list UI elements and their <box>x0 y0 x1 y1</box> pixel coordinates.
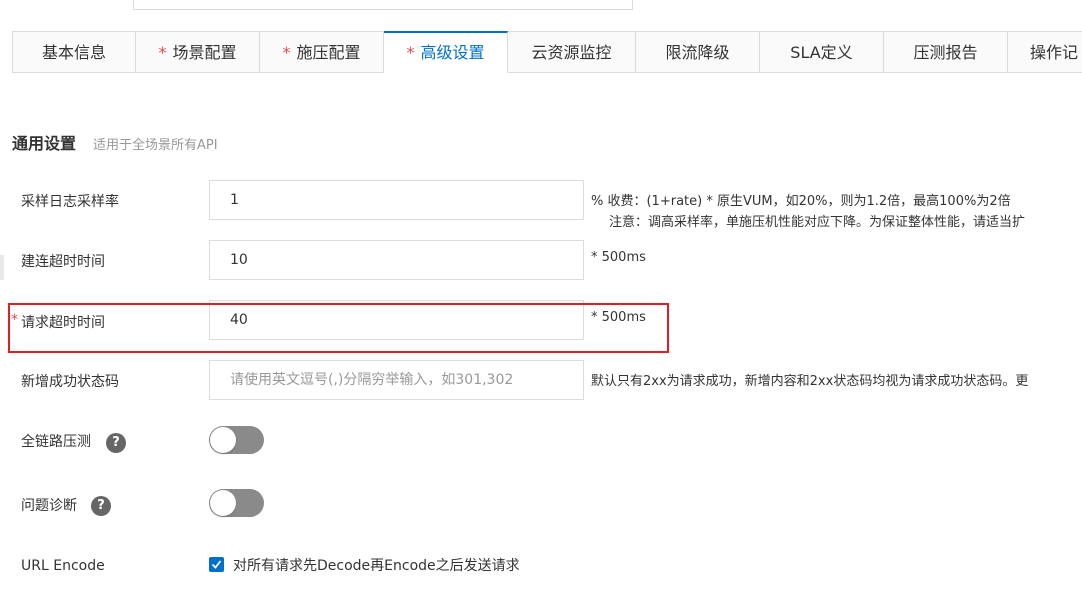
tab-scene-config[interactable]: * 场景配置 <box>136 31 260 73</box>
sample-rate-fee-note: % 收费：(1+rate) * 原生VUM，如20%，则为1.2倍，最高100%… <box>591 194 1011 209</box>
tab-label: SLA定义 <box>790 43 853 62</box>
help-icon[interactable]: ? <box>106 433 126 453</box>
tab-label: 高级设置 <box>420 43 485 62</box>
request-timeout-label: * 请求超时时间 <box>11 312 105 332</box>
tab-bar: 基本信息 * 场景配置 * 施压配置 * 高级设置 云资源监控 限流降级 SLA定义 … <box>12 31 1082 74</box>
diagnosis-label: 问题诊断 <box>21 498 77 514</box>
checkmark-icon <box>211 560 222 569</box>
full-link-switch[interactable] <box>209 426 264 454</box>
required-mark: * <box>282 43 291 62</box>
url-encode-checkbox-label: 对所有请求先Decode再Encode之后发送请求 <box>233 558 520 574</box>
connect-timeout-input[interactable] <box>209 240 584 280</box>
section-hint: 适用于全场景所有API <box>93 138 218 153</box>
success-codes-input[interactable] <box>209 360 584 400</box>
top-input-remnant[interactable] <box>133 0 633 10</box>
sample-rate-warning-note: 注意：调高采样率，单施压机性能对应下降。为保证整体性能，请适当扩 <box>609 215 1026 230</box>
tab-sla[interactable]: SLA定义 <box>760 31 884 73</box>
switch-knob <box>210 490 236 516</box>
tab-label: 施压配置 <box>296 43 361 62</box>
advanced-settings-page: 基本信息 * 场景配置 * 施压配置 * 高级设置 云资源监控 限流降级 SLA定义 … <box>0 0 1082 594</box>
tab-advanced-settings[interactable]: * 高级设置 <box>384 31 508 73</box>
tab-operation-log[interactable]: 操作记 <box>1008 31 1082 73</box>
section-title: 通用设置 <box>12 134 77 153</box>
tab-basic-info[interactable]: 基本信息 <box>12 31 136 73</box>
url-encode-checkbox[interactable] <box>209 557 224 572</box>
required-mark: * <box>406 43 415 62</box>
tab-label: 操作记 <box>1030 43 1079 62</box>
sample-rate-label: 采样日志采样率 <box>21 194 119 210</box>
tab-label: 限流降级 <box>665 43 730 62</box>
tab-cloud-monitor[interactable]: 云资源监控 <box>508 31 636 73</box>
help-icon[interactable]: ? <box>91 496 111 516</box>
connect-timeout-label: 建连超时时间 <box>21 254 105 270</box>
request-timeout-input[interactable] <box>209 300 584 340</box>
tab-load-config[interactable]: * 施压配置 <box>260 31 384 73</box>
required-mark: * <box>11 312 18 328</box>
tab-report[interactable]: 压测报告 <box>884 31 1008 73</box>
tab-label: 云资源监控 <box>531 43 612 62</box>
diagnosis-switch[interactable] <box>209 489 264 517</box>
tab-rate-limit[interactable]: 限流降级 <box>636 31 760 73</box>
tab-label: 场景配置 <box>172 43 237 62</box>
request-timeout-unit: * 500ms <box>591 310 646 325</box>
success-codes-label: 新增成功状态码 <box>21 374 119 390</box>
tab-label: 基本信息 <box>41 43 106 62</box>
success-codes-note: 默认只有2xx为请求成功，新增内容和2xx状态码均视为请求成功状态码。更 <box>591 374 1029 389</box>
switch-knob <box>210 427 236 453</box>
tab-label: 压测报告 <box>913 43 978 62</box>
required-mark: * <box>158 43 167 62</box>
side-scroll-marker <box>0 255 4 280</box>
sample-rate-input[interactable] <box>209 180 584 220</box>
connect-timeout-unit: * 500ms <box>591 250 646 265</box>
request-timeout-label-text: 请求超时时间 <box>21 315 105 331</box>
full-link-label: 全链路压测 <box>21 434 91 450</box>
url-encode-label: URL Encode <box>21 558 105 574</box>
